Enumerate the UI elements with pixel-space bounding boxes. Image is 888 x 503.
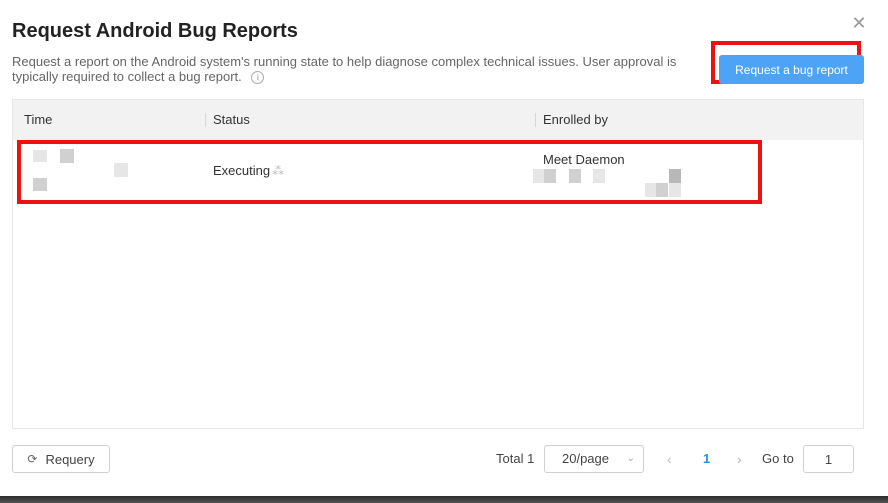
column-header-status: Status (213, 112, 250, 127)
column-header-time: Time (24, 112, 53, 127)
goto-page-input[interactable] (803, 445, 854, 473)
total-count: Total 1 (496, 451, 535, 466)
goto-label: Go to (762, 451, 794, 466)
dialog-title: Request Android Bug Reports (12, 20, 298, 42)
requery-button[interactable]: ⟳ Requery (12, 445, 110, 473)
loading-spinner-icon: ⁂ (272, 164, 285, 178)
refresh-icon: ⟳ (27, 452, 38, 466)
request-bug-report-button[interactable]: Request a bug report (719, 55, 864, 84)
column-divider (205, 113, 206, 127)
bug-reports-table: Time Status Enrolled by Executing ⁂ Meet … (12, 99, 864, 429)
column-divider (535, 113, 536, 127)
next-page-icon[interactable]: › (737, 445, 742, 473)
enrolled-by-cell: Meet Daemon (543, 152, 625, 167)
status-text: Executing (213, 163, 271, 178)
close-icon[interactable]: ✕ (850, 14, 868, 32)
prev-page-icon[interactable]: ‹ (667, 445, 672, 473)
column-header-enrolled-by: Enrolled by (543, 112, 609, 127)
table-row[interactable]: Executing ⁂ Meet Daemon (13, 141, 863, 201)
background-overlay (0, 496, 888, 503)
page-number-current[interactable]: 1 (703, 445, 710, 473)
info-icon[interactable]: i (251, 71, 265, 85)
bug-report-dialog: Request Android Bug Reports ✕ Request a … (0, 0, 888, 496)
table-header: Time Status Enrolled by (13, 100, 863, 140)
chevron-down-icon: ⌄ (626, 453, 635, 464)
dialog-description: Request a report on the Android system's… (12, 54, 692, 85)
description-text: Request a report on the Android system's… (12, 54, 677, 84)
requery-label: Requery (45, 451, 95, 467)
page-size-select[interactable]: 20/page ⌄ (544, 445, 644, 473)
page-size-value: 20/page (562, 451, 609, 466)
status-cell: Executing ⁂ (213, 163, 284, 178)
